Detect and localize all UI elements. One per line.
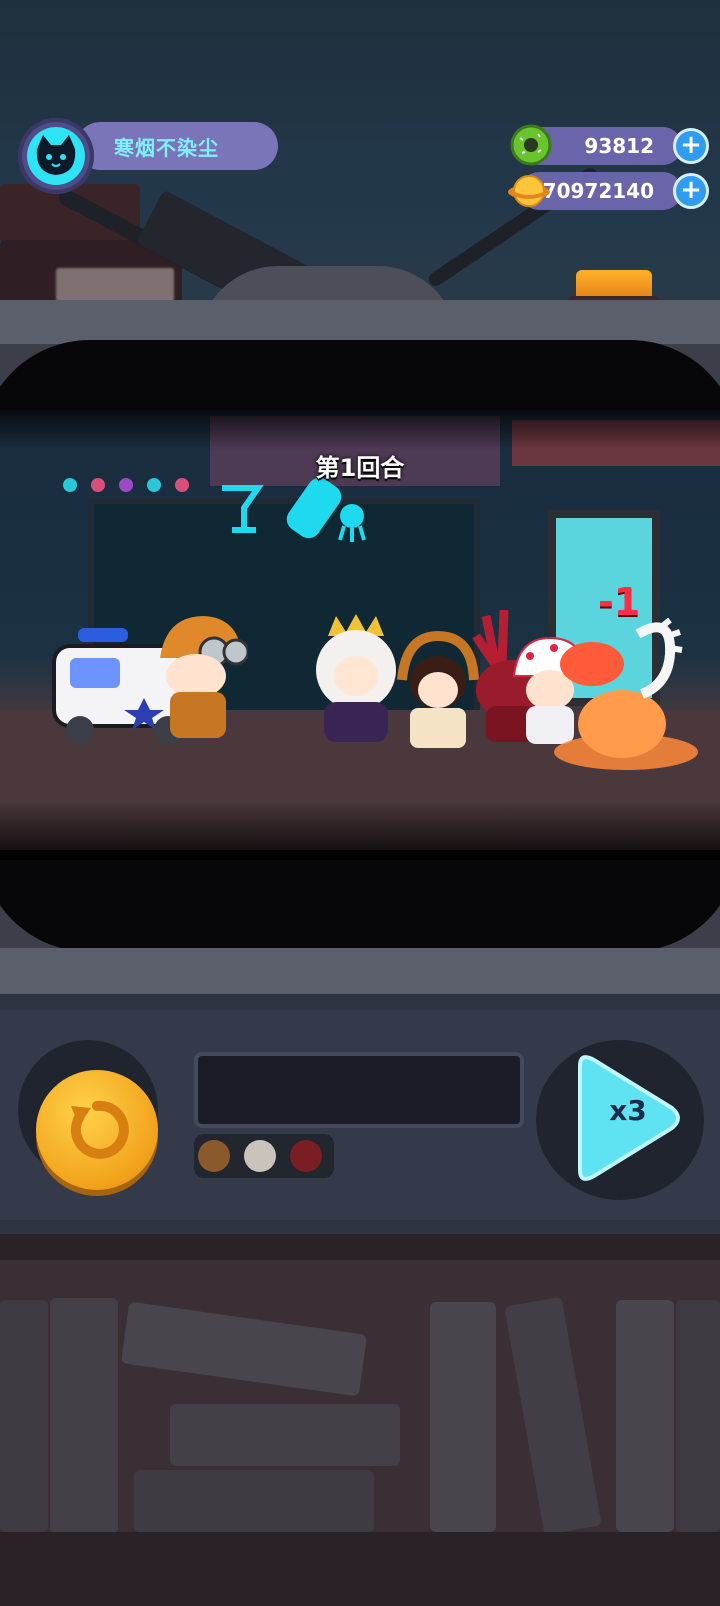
player-badge[interactable]: 寒烟不染尘 bbox=[18, 118, 278, 194]
stage-vignette-top bbox=[0, 410, 720, 450]
bookshelf-edge bbox=[0, 1234, 720, 1260]
currency-coin-value: 70972140 bbox=[542, 179, 654, 203]
indicator-dot-grey bbox=[244, 1140, 276, 1172]
indicator-dot-brown bbox=[198, 1140, 230, 1172]
indicator-dot-red bbox=[290, 1140, 322, 1172]
round-label: 第1回合 bbox=[315, 454, 405, 482]
flame-skeleton-enemy bbox=[552, 614, 702, 774]
display-slot bbox=[194, 1052, 524, 1128]
book bbox=[170, 1404, 400, 1466]
queen-unit bbox=[300, 606, 404, 746]
add-coin-button[interactable]: + bbox=[673, 173, 709, 209]
book bbox=[0, 1300, 48, 1532]
cat-face-icon bbox=[27, 127, 85, 185]
blurred-label bbox=[56, 268, 174, 302]
book bbox=[676, 1300, 720, 1532]
currency-donut-value: 93812 bbox=[584, 134, 654, 158]
book bbox=[134, 1470, 374, 1532]
tv-rim-top bbox=[0, 300, 720, 344]
stage-vignette-bottom bbox=[0, 800, 720, 860]
shelf-board bbox=[0, 1532, 720, 1606]
damage-popup: -1 bbox=[598, 580, 641, 624]
book bbox=[50, 1298, 118, 1534]
tv-rim-bottom bbox=[0, 948, 720, 996]
avatar[interactable] bbox=[18, 118, 94, 194]
book bbox=[430, 1302, 496, 1532]
book bbox=[616, 1300, 674, 1532]
speed-label: x3 bbox=[609, 1094, 647, 1127]
player-name: 寒烟不染尘 bbox=[114, 136, 219, 160]
add-donut-button[interactable]: + bbox=[673, 128, 709, 164]
green-donut-icon bbox=[510, 124, 552, 166]
planet-coin-icon bbox=[508, 170, 550, 212]
restart-icon bbox=[61, 1094, 133, 1166]
detective-unit bbox=[156, 606, 250, 742]
restart-button[interactable] bbox=[36, 1070, 158, 1190]
indicator-tray bbox=[194, 1134, 334, 1178]
